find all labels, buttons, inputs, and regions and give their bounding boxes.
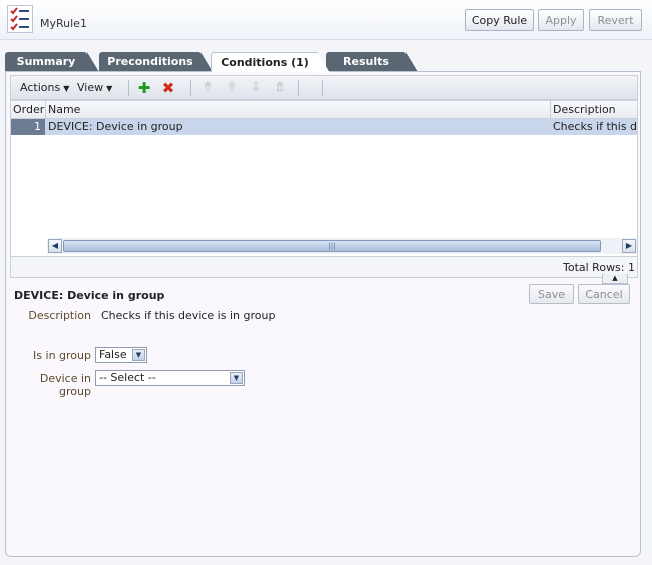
move-up-icon[interactable]: ⇧ (224, 80, 240, 96)
table-toolbar: Actions ▼ View ▼ ✚ ✖ ⇮ ⇧ ⇩ ⇯ (10, 75, 638, 100)
collapse-up-icon[interactable]: ▲ (602, 274, 628, 284)
add-icon[interactable]: ✚ (136, 80, 152, 96)
tab-summary[interactable]: Summary (5, 52, 99, 72)
device-in-group-label: Device in group (39, 372, 91, 398)
delete-icon[interactable]: ✖ (160, 80, 176, 96)
scroll-right-icon[interactable]: ▶ (622, 239, 636, 253)
tab-preconditions[interactable]: Preconditions (99, 52, 213, 72)
copy-rule-button[interactable]: Copy Rule (465, 9, 534, 31)
actions-menu-label: Actions (20, 81, 61, 94)
row-name-cell: DEVICE: Device in group (48, 120, 183, 133)
toolbar-divider (298, 80, 299, 96)
total-rows-count: Total Rows: 1 (563, 261, 635, 274)
table-row[interactable]: 1 DEVICE: Device in group Checks if this… (11, 119, 638, 135)
conditions-table: Order Name Description 1 DEVICE: Device … (10, 100, 638, 278)
move-top-icon[interactable]: ⇮ (200, 80, 216, 96)
column-header-order[interactable]: Order (11, 101, 46, 119)
chevron-down-icon: ▼ (132, 349, 145, 361)
scrollbar-thumb[interactable]: ||| (63, 240, 601, 252)
is-in-group-label: Is in group (33, 349, 91, 362)
table-footer: Total Rows: 1 (11, 256, 637, 277)
tab-conditions[interactable]: Conditions (1) (211, 52, 330, 73)
device-in-group-value: -- Select -- (99, 371, 156, 384)
chevron-down-icon: ▼ (230, 372, 243, 384)
toolbar-divider (128, 80, 129, 96)
apply-button[interactable]: Apply (538, 9, 584, 31)
actions-menu[interactable]: Actions ▼ (20, 81, 69, 94)
rule-header: MyRule1 Copy Rule Apply Revert (0, 0, 652, 40)
chevron-down-icon: ▼ (63, 84, 70, 93)
chevron-down-icon: ▼ (106, 84, 113, 93)
conditions-panel: Actions ▼ View ▼ ✚ ✖ ⇮ ⇧ ⇩ ⇯ Order Name De… (5, 71, 641, 557)
is-in-group-value: False (99, 348, 127, 361)
save-button[interactable]: Save (529, 284, 574, 304)
column-header-description[interactable]: Description (551, 101, 637, 119)
column-header-name[interactable]: Name (46, 101, 551, 119)
tab-results[interactable]: Results (326, 52, 418, 72)
toolbar-divider (190, 80, 191, 96)
toolbar-divider (322, 80, 323, 96)
rule-checklist-icon (7, 5, 33, 33)
detail-title: DEVICE: Device in group (14, 289, 165, 302)
rule-name-title: MyRule1 (40, 17, 87, 30)
tab-bar: Summary Preconditions Conditions (1) Res… (5, 52, 641, 73)
revert-button[interactable]: Revert (589, 9, 642, 31)
description-value: Checks if this device is in group (101, 309, 276, 322)
device-in-group-select[interactable]: -- Select -- ▼ (95, 370, 245, 386)
move-bottom-icon[interactable]: ⇯ (272, 80, 288, 96)
is-in-group-select[interactable]: False ▼ (95, 347, 147, 363)
description-label: Description (28, 309, 91, 322)
view-menu[interactable]: View ▼ (77, 81, 112, 94)
row-description-cell: Checks if this device is in group (553, 120, 638, 133)
move-down-icon[interactable]: ⇩ (248, 80, 264, 96)
row-order-cell: 1 (11, 119, 45, 135)
horizontal-scrollbar[interactable]: ◀ ||| ▶ (47, 238, 637, 254)
cancel-button[interactable]: Cancel (578, 284, 630, 304)
scroll-left-icon[interactable]: ◀ (48, 239, 62, 253)
view-menu-label: View (77, 81, 104, 94)
